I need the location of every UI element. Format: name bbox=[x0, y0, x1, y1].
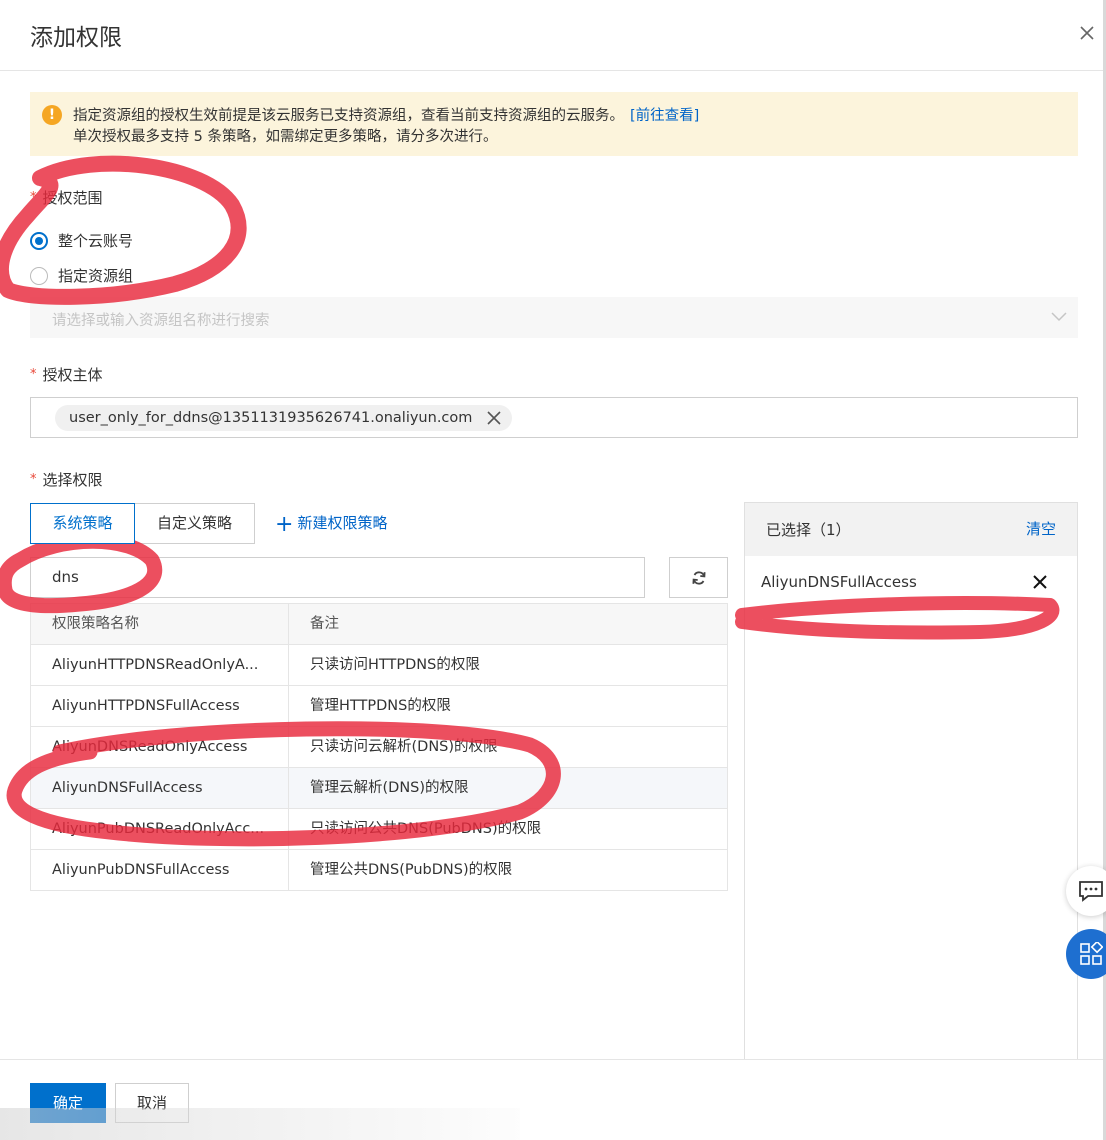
table-row[interactable]: AliyunDNSReadOnlyAccess 只读访问云解析(DNS)的权限 bbox=[31, 727, 727, 768]
add-permission-dialog: 添加权限 ! 指定资源组的授权生效前提是该云服务已支持资源组，查看当前支持资源组… bbox=[0, 0, 1106, 1140]
table-header: 权限策略名称 备注 bbox=[31, 604, 727, 645]
new-policy-link[interactable]: + 新建权限策略 bbox=[275, 512, 387, 537]
policy-note: 管理云解析(DNS)的权限 bbox=[310, 780, 469, 796]
refresh-button[interactable] bbox=[669, 557, 728, 598]
plus-icon: + bbox=[275, 512, 294, 537]
permissions-label: * 选择权限 bbox=[30, 471, 103, 489]
selected-title: 已选择（1） bbox=[766, 521, 851, 539]
selected-item: AliyunDNSFullAccess bbox=[761, 573, 917, 591]
policy-name: AliyunPubDNSFullAccess bbox=[31, 850, 289, 890]
policy-name: AliyunHTTPDNSFullAccess bbox=[31, 686, 289, 726]
policy-note: 管理公共DNS(PubDNS)的权限 bbox=[310, 862, 513, 878]
policy-note: 只读访问公共DNS(PubDNS)的权限 bbox=[310, 821, 542, 837]
dialog-footer: 确定 取消 bbox=[0, 1059, 1103, 1140]
confirm-button[interactable]: 确定 bbox=[30, 1083, 106, 1123]
table-row[interactable]: AliyunPubDNSFullAccess 管理公共DNS(PubDNS)的权… bbox=[31, 850, 727, 891]
policy-search-input[interactable]: dns bbox=[30, 557, 645, 598]
chat-icon bbox=[1079, 881, 1103, 902]
policy-note: 只读访问HTTPDNS的权限 bbox=[310, 657, 480, 673]
new-policy-label: 新建权限策略 bbox=[297, 514, 388, 532]
scope-option-label: 整个云账号 bbox=[58, 232, 134, 250]
policy-table: 权限策略名称 备注 AliyunHTTPDNSReadOnlyA... 只读访问… bbox=[30, 603, 728, 891]
view-supported-link[interactable]: [前往查看] bbox=[630, 108, 699, 124]
notice-text: 指定资源组的授权生效前提是该云服务已支持资源组，查看当前支持资源组的云服务。 [前… bbox=[73, 104, 699, 125]
notice-line2: 单次授权最多支持 5 条策略，如需绑定更多策略，请分多次进行。 bbox=[73, 129, 498, 145]
permissions-label-text: 选择权限 bbox=[42, 471, 103, 489]
principal-tag-text: user_only_for_ddns@1351131935626741.onal… bbox=[69, 410, 473, 426]
table-row[interactable]: AliyunHTTPDNSReadOnlyA... 只读访问HTTPDNS的权限 bbox=[31, 645, 727, 686]
table-row[interactable]: AliyunPubDNSReadOnlyAcc... 只读访问公共DNS(Pub… bbox=[31, 809, 727, 850]
scope-option-label: 指定资源组 bbox=[58, 267, 134, 285]
refresh-icon bbox=[692, 571, 706, 585]
radio-checked[interactable] bbox=[30, 231, 48, 250]
radio-unchecked[interactable] bbox=[30, 266, 48, 285]
policy-name: AliyunDNSReadOnlyAccess bbox=[31, 727, 289, 767]
table-row[interactable]: AliyunHTTPDNSFullAccess 管理HTTPDNS的权限 bbox=[31, 686, 727, 727]
scope-option-account[interactable]: 整个云账号 bbox=[30, 230, 133, 251]
column-header-name: 权限策略名称 bbox=[31, 604, 289, 644]
chevron-down-icon bbox=[1051, 312, 1067, 322]
principal-label: * 授权主体 bbox=[30, 366, 103, 384]
policy-note: 只读访问云解析(DNS)的权限 bbox=[310, 739, 498, 755]
tab-custom-policy[interactable]: 自定义策略 bbox=[134, 503, 255, 544]
dialog-title: 添加权限 bbox=[30, 25, 122, 51]
policy-name: AliyunDNSFullAccess bbox=[31, 768, 289, 808]
selected-panel: 已选择（1） 清空 AliyunDNSFullAccess bbox=[744, 502, 1078, 1072]
selected-header: 已选择（1） 清空 bbox=[745, 503, 1077, 556]
scope-option-resource-group[interactable]: 指定资源组 bbox=[30, 265, 133, 286]
table-row[interactable]: AliyunDNSFullAccess 管理云解析(DNS)的权限 bbox=[31, 768, 727, 809]
notice-banner: ! 指定资源组的授权生效前提是该云服务已支持资源组，查看当前支持资源组的云服务。… bbox=[30, 92, 1078, 156]
tab-system-policy[interactable]: 系统策略 bbox=[30, 503, 135, 544]
dialog-header: 添加权限 bbox=[0, 0, 1103, 71]
policy-name: AliyunHTTPDNSReadOnlyA... bbox=[31, 645, 289, 685]
apps-grid-icon bbox=[1080, 942, 1103, 965]
policy-note: 管理HTTPDNS的权限 bbox=[310, 698, 451, 714]
notice-line1: 指定资源组的授权生效前提是该云服务已支持资源组，查看当前支持资源组的云服务。 bbox=[73, 108, 624, 124]
scope-label-text: 授权范围 bbox=[42, 189, 103, 207]
warning-icon: ! bbox=[42, 105, 62, 125]
principal-label-text: 授权主体 bbox=[42, 366, 103, 384]
resource-group-select: 请选择或输入资源组名称进行搜索 bbox=[30, 297, 1078, 338]
close-icon[interactable] bbox=[1076, 22, 1098, 44]
remove-selected-icon[interactable] bbox=[1032, 574, 1048, 590]
cancel-button[interactable]: 取消 bbox=[115, 1083, 189, 1123]
scope-label: * 授权范围 bbox=[30, 189, 103, 207]
clear-selected-link[interactable]: 清空 bbox=[1026, 518, 1056, 539]
resource-group-placeholder: 请选择或输入资源组名称进行搜索 bbox=[52, 313, 270, 329]
principal-input[interactable]: user_only_for_ddns@1351131935626741.onal… bbox=[30, 397, 1078, 438]
principal-tag: user_only_for_ddns@1351131935626741.onal… bbox=[55, 405, 513, 431]
policy-name: AliyunPubDNSReadOnlyAcc... bbox=[31, 809, 289, 849]
remove-tag-icon[interactable] bbox=[486, 410, 502, 426]
column-header-note: 备注 bbox=[310, 616, 339, 632]
